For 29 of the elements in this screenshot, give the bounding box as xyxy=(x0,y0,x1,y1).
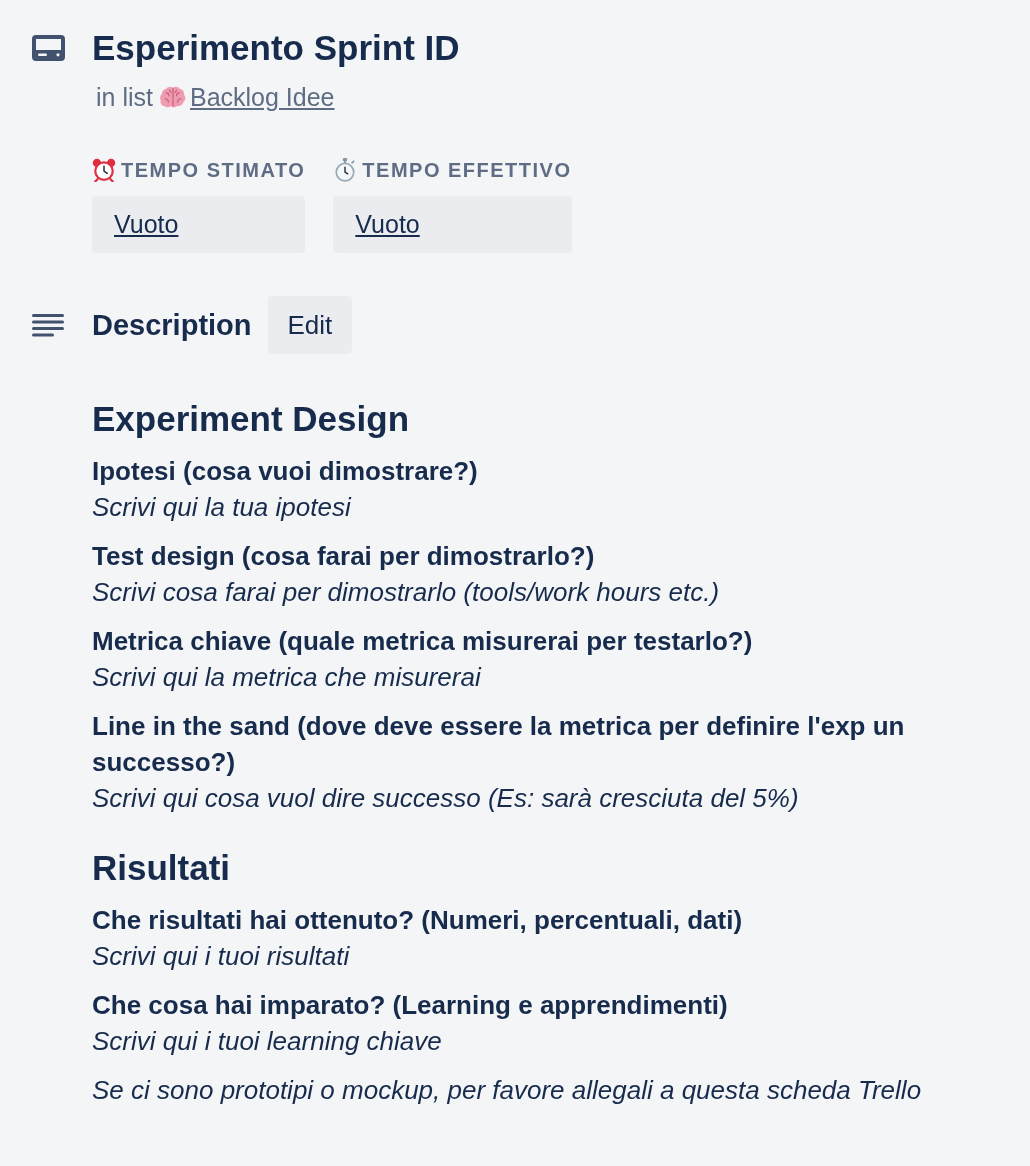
answer-text: Scrivi qui cosa vuol dire successo (Es: sarà cresciuta del 5%) xyxy=(92,782,800,815)
card-icon xyxy=(32,35,65,61)
card-title: Esperimento Sprint ID xyxy=(92,28,461,68)
field-value-button[interactable]: Vuoto xyxy=(333,196,572,253)
description-heading: Experiment Design xyxy=(92,399,411,439)
question-text: Line in the sand (dove deve essere la metrica per definire l'exp un successo?) xyxy=(92,710,906,779)
description-heading: Risultati xyxy=(92,848,232,888)
field-label: TEMPO STIMATO xyxy=(121,158,306,182)
stopwatch-icon xyxy=(333,158,358,182)
alarm-clock-icon xyxy=(92,158,116,182)
note-text: Se ci sono prototipi o mockup, per favore allegali a questa scheda Trello xyxy=(92,1074,923,1107)
answer-text: Scrivi qui i tuoi learning chiave xyxy=(92,1025,443,1058)
field-label: TEMPO EFFETTIVO xyxy=(362,158,572,182)
answer-text: Scrivi cosa farai per dimostrarlo (tools/work hours etc.) xyxy=(92,576,721,609)
question-text: Che cosa hai imparato? (Learning e apprendimenti) xyxy=(92,989,729,1022)
brain-icon xyxy=(159,86,186,108)
question-text: Che risultati hai ottenuto? (Numeri, percentuali, dati) xyxy=(92,904,744,937)
question-text: Test design (cosa farai per dimostrarlo?) xyxy=(92,540,596,573)
list-label: in list xyxy=(96,83,153,111)
answer-text: Scrivi qui la tua ipotesi xyxy=(92,491,353,524)
lines-icon xyxy=(32,313,64,337)
question-text: Metrica chiave (quale metrica misurerai per testarlo?) xyxy=(92,625,754,658)
field-value-button[interactable]: Vuoto xyxy=(92,196,306,253)
edit-button[interactable]: Edit xyxy=(267,296,353,354)
section-title: Description xyxy=(92,308,252,342)
answer-text: Scrivi qui i tuoi risultati xyxy=(92,940,351,973)
answer-text: Scrivi qui la metrica che misurerai xyxy=(92,661,483,694)
list-link[interactable]: Backlog Idee xyxy=(159,83,335,111)
question-text: Ipotesi (cosa vuoi dimostrare?) xyxy=(92,455,479,488)
